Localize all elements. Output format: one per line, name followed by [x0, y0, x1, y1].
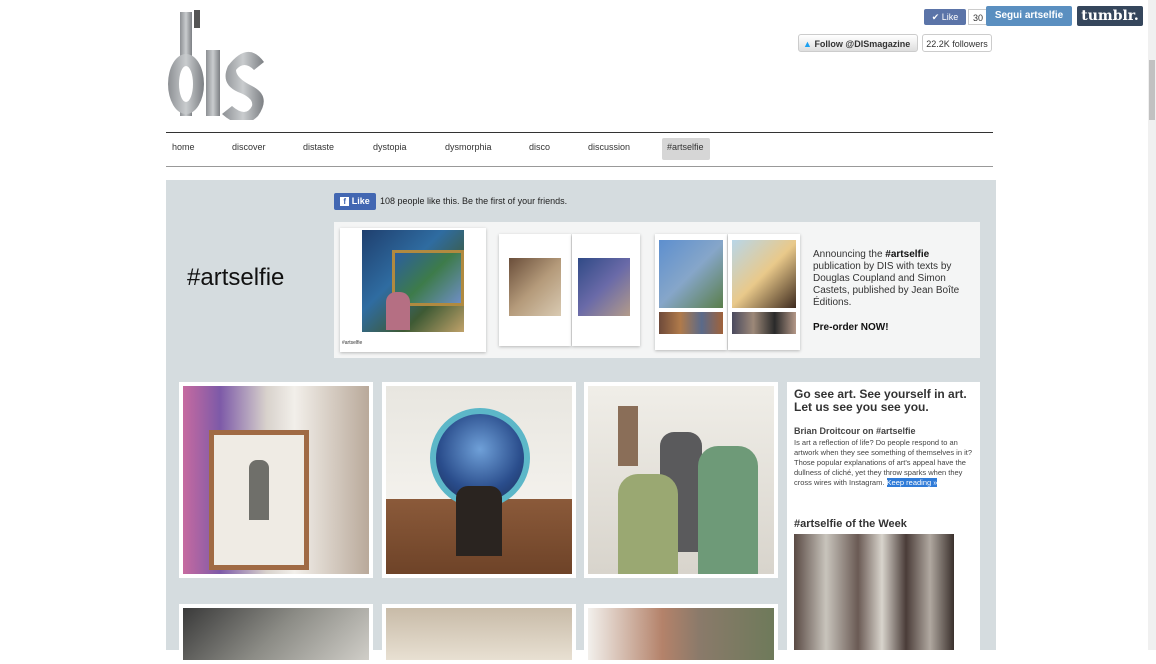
spread-photo-1: [509, 258, 561, 316]
photo-tile[interactable]: [179, 604, 373, 664]
nav-item-distaste[interactable]: distaste: [303, 142, 334, 152]
nav-item-dysmorphia[interactable]: dysmorphia: [445, 142, 492, 152]
page-scrollbar[interactable]: [1148, 0, 1156, 650]
twitter-follow-button[interactable]: ▲ Follow @DISmagazine: [798, 34, 918, 52]
selfie-person: [386, 292, 410, 330]
main-nav: home discover distaste dystopia dysmorph…: [166, 132, 993, 167]
card-caption: #artselfie: [342, 340, 363, 346]
nav-item-discussion[interactable]: discussion: [588, 142, 630, 152]
nav-item-artselfie[interactable]: #artselfie: [667, 142, 704, 152]
photo-mirror-room: [183, 386, 369, 574]
photo-gallery-visitors: [588, 386, 774, 574]
spread-photo-4: [732, 240, 796, 308]
photo-tile[interactable]: [382, 604, 576, 664]
photo-koons-mirror: [386, 386, 572, 574]
nav-item-disco[interactable]: disco: [529, 142, 550, 152]
keep-reading-link[interactable]: Keep reading »: [886, 478, 938, 487]
fb-like-button-top[interactable]: ✔ Like: [924, 9, 966, 25]
nav-item-discover[interactable]: discover: [232, 142, 266, 152]
spread-photo-strip-2: [732, 312, 796, 334]
book-spread-left-2: [655, 234, 727, 350]
wall-art: [618, 406, 638, 466]
photo-gallery-room: [386, 608, 572, 660]
dis-logo[interactable]: [166, 10, 270, 120]
spread-photo-strip-1: [659, 312, 723, 334]
sculpture-2: [698, 446, 758, 574]
fb-like-text: 108 people like this. Be the first of yo…: [380, 196, 568, 206]
tumblr-follow-button[interactable]: Segui artselfie: [986, 6, 1072, 26]
photo-tile[interactable]: [584, 382, 778, 578]
spread-photo-3: [659, 240, 723, 308]
nav-item-home[interactable]: home: [172, 142, 195, 152]
couple-figure: [456, 486, 502, 556]
sculpture-1: [618, 474, 678, 574]
sidebar: Go see art. See yourself in art. Let us …: [787, 382, 980, 650]
fb-like-button[interactable]: f Like: [334, 193, 376, 210]
thumbs-up-icon: ✔: [931, 12, 940, 22]
photo-selfie-closeup: [588, 608, 774, 660]
nav-item-dystopia[interactable]: dystopia: [373, 142, 407, 152]
photo-tile[interactable]: [584, 604, 778, 664]
photo-flower: [183, 608, 369, 660]
book-spread-right: [572, 234, 640, 346]
selfie-of-week-photo[interactable]: [794, 534, 954, 650]
tumblr-logo-button[interactable]: tumblr.: [1077, 6, 1143, 26]
twitter-bird-icon: ▲: [803, 39, 812, 49]
twitter-followers-count: 22.2K followers: [922, 34, 992, 52]
book-cover-card: #artselfie: [340, 228, 486, 352]
page-title: #artselfie: [187, 264, 285, 291]
sidebar-headline: Go see art. See yourself in art. Let us …: [794, 387, 967, 414]
photo-tile[interactable]: [179, 382, 373, 578]
book-spread-right-2: [728, 234, 800, 350]
book-spread-left: [499, 234, 571, 346]
article-blurb: Is art a reflection of life? Do people r…: [794, 438, 973, 487]
preorder-link[interactable]: Pre-order NOW!: [813, 322, 889, 333]
article-author[interactable]: Brian Droitcour on #artselfie: [794, 426, 916, 436]
photo-tile[interactable]: [382, 382, 576, 578]
person-figure: [249, 460, 269, 520]
facebook-icon: f: [340, 197, 350, 206]
spread-photo-2: [578, 258, 630, 316]
fb-like-count: 30: [968, 9, 988, 25]
scrollbar-thumb[interactable]: [1149, 60, 1155, 120]
selfie-of-week-title: #artselfie of the Week: [794, 518, 907, 530]
announcement-text: Announcing the #artselfie publication by…: [813, 249, 960, 308]
